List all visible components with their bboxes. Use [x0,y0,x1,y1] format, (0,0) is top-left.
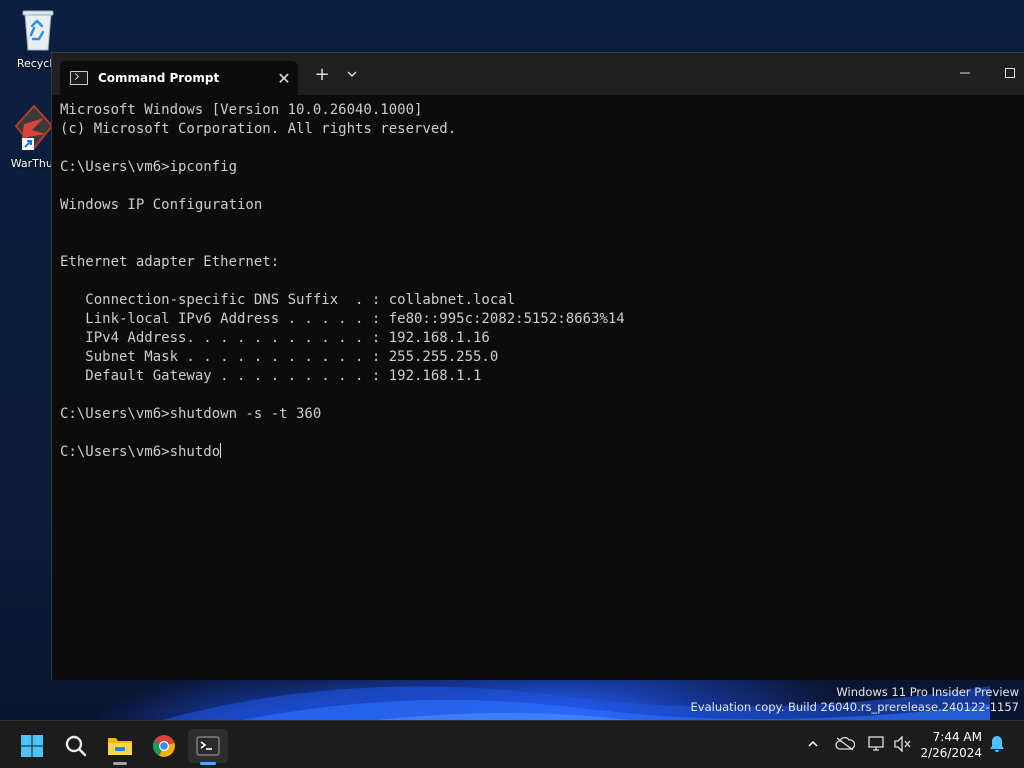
start-icon [21,735,43,757]
volume-muted-icon [894,736,911,752]
volume-button[interactable] [892,733,914,755]
warthunder-shortcut-icon [14,104,54,150]
console-line: Ethernet adapter Ethernet: [60,254,280,270]
active-indicator [200,762,216,765]
show-hidden-icons-button[interactable] [802,733,824,755]
tab-command-prompt[interactable]: Command Prompt ✕ [60,61,298,95]
console-current-input: C:\Users\vm6>shutdo [60,444,221,460]
terminal-button[interactable] [188,729,228,765]
text-cursor [220,443,222,458]
window-titlebar[interactable]: Command Prompt ✕ + [52,53,1024,95]
clock-date: 2/26/2024 [920,746,982,760]
minimize-icon [960,72,970,74]
search-icon [65,735,87,757]
maximize-icon [1005,68,1015,78]
chevron-up-icon [808,740,818,747]
network-button[interactable] [866,733,888,755]
tab-title: Command Prompt [98,71,220,85]
console-input-line[interactable]: C:\Users\vm6>shutdo [60,443,1010,462]
running-indicator [113,762,127,765]
minimize-button[interactable] [945,61,985,89]
terminal-window: Command Prompt ✕ + Microsoft Windows [Ve… [51,52,1024,680]
console-line: Subnet Mask . . . . . . . . . . . : 255.… [60,349,499,365]
cloud-offline-icon [835,737,855,751]
notifications-button[interactable] [986,733,1008,755]
maximize-button[interactable] [990,61,1024,89]
chevron-down-icon [347,71,357,77]
notification-bell-icon [990,736,1004,752]
onedrive-status-button[interactable] [834,733,856,755]
terminal-icon [196,736,220,756]
watermark-line-1: Windows 11 Pro Insider Preview [836,685,1019,699]
console-line: C:\Users\vm6>ipconfig [60,159,238,175]
evaluation-watermark: Windows 11 Pro Insider Preview Evaluatio… [691,685,1019,715]
network-icon [868,736,884,751]
chrome-button[interactable] [144,729,184,763]
start-button[interactable] [12,729,52,763]
recycle-bin-icon [22,10,54,51]
chrome-icon [152,735,175,757]
tab-dropdown-button[interactable] [340,65,364,85]
taskbar: 7:44 AM 2/26/2024 [0,720,1024,768]
console-line: Default Gateway . . . . . . . . . : 192.… [60,368,482,384]
new-tab-button[interactable]: + [310,65,334,85]
file-explorer-button[interactable] [100,729,140,765]
search-button[interactable] [56,729,96,763]
console-line: Windows IP Configuration [60,197,263,213]
console-line: C:\Users\vm6>shutdown -s -t 360 [60,406,322,422]
system-clock[interactable]: 7:44 AM 2/26/2024 [920,729,982,761]
cmd-icon [70,71,88,85]
console-line: IPv4 Address. . . . . . . . . . . : 192.… [60,330,490,346]
console-line: Microsoft Windows [Version 10.0.26040.10… [60,102,423,118]
console-line: Link-local IPv6 Address . . . . . : fe80… [60,311,625,327]
console-line: (c) Microsoft Corporation. All rights re… [60,121,457,137]
watermark-line-2: Evaluation copy. Build 26040.rs_prerelea… [690,700,1019,714]
file-explorer-icon [108,738,132,755]
close-tab-button[interactable]: ✕ [270,69,298,88]
console-line: Connection-specific DNS Suffix . : colla… [60,292,516,308]
console-output[interactable]: Microsoft Windows [Version 10.0.26040.10… [60,101,1010,671]
clock-time: 7:44 AM [932,730,982,744]
